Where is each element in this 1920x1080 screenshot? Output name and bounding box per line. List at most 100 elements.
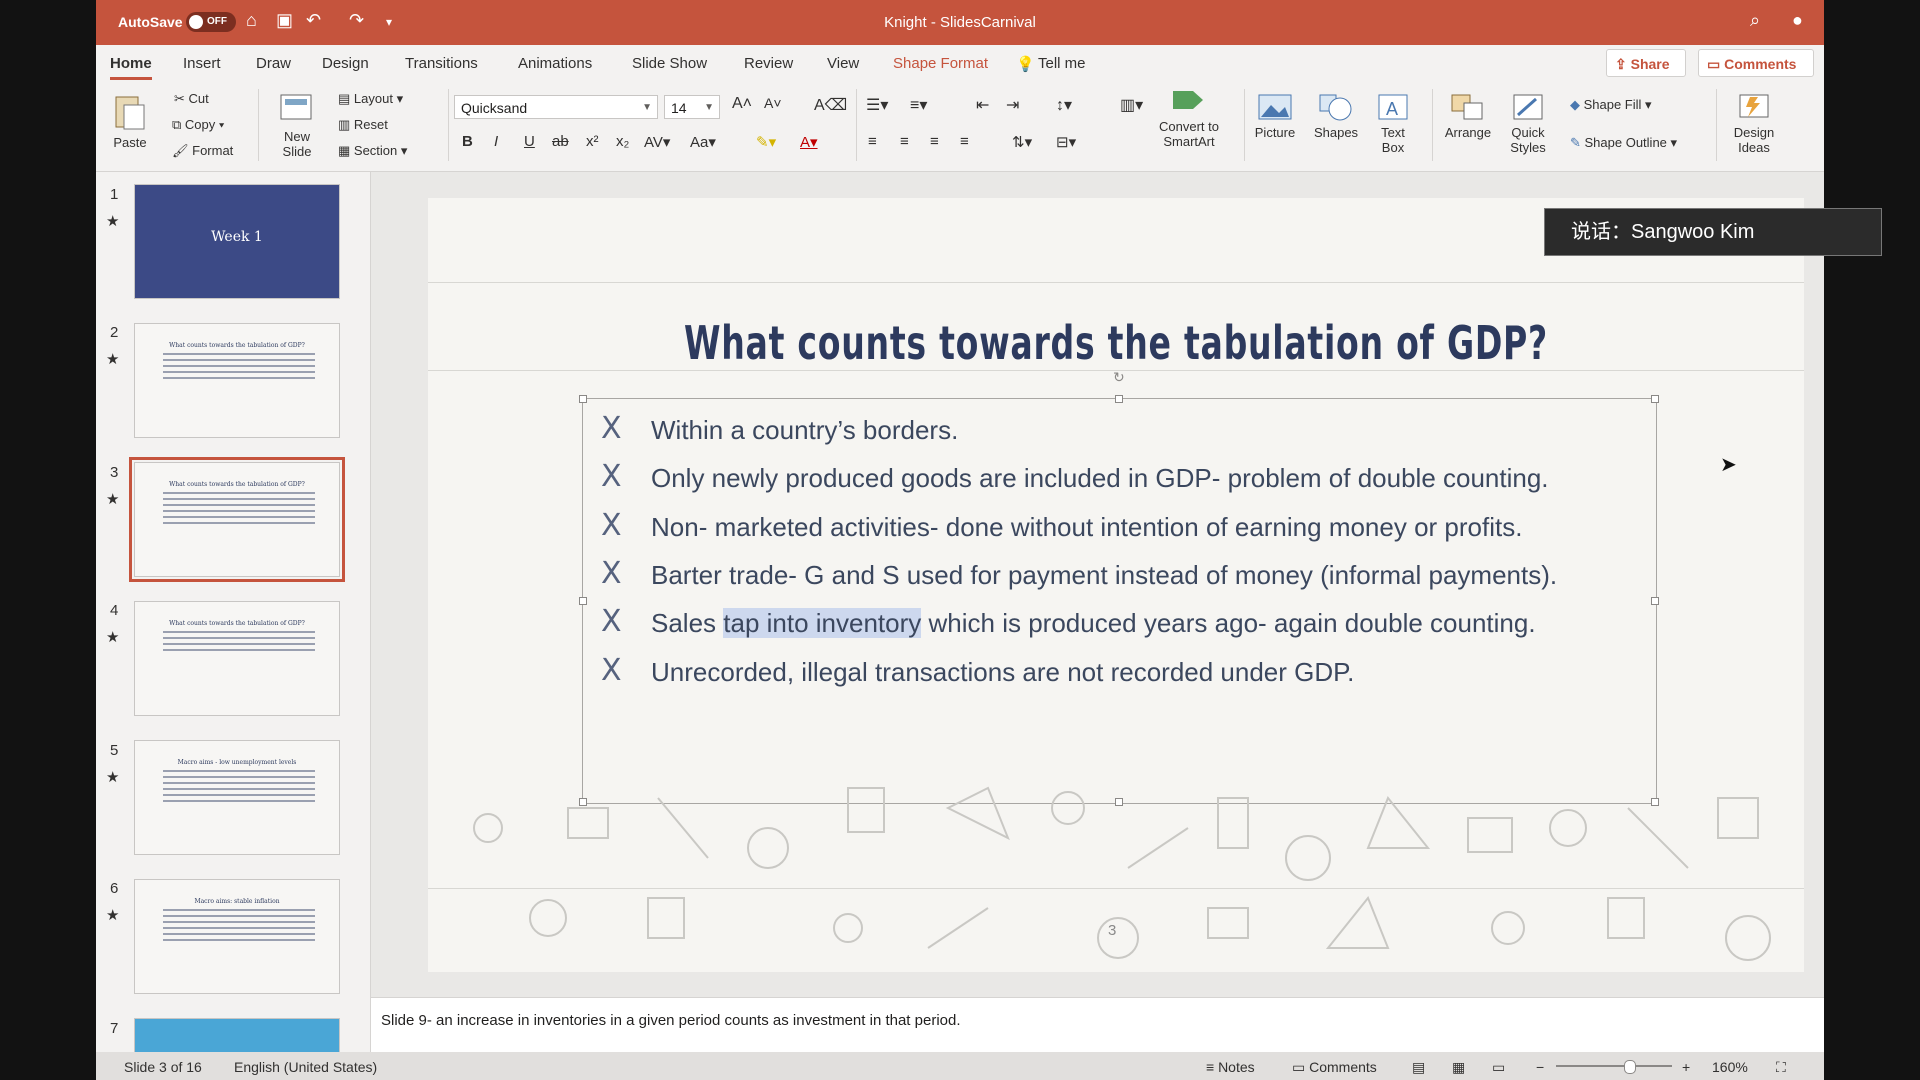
text-direction-icon[interactable]: ⇅▾ xyxy=(1012,133,1032,151)
zoom-slider-thumb[interactable] xyxy=(1624,1060,1636,1074)
tab-insert[interactable]: Insert xyxy=(183,55,221,72)
language-indicator[interactable]: English (United States) xyxy=(234,1059,377,1075)
fit-to-window-icon[interactable]: ⛶ xyxy=(1776,1059,1786,1076)
reset-button[interactable]: ▥ Reset xyxy=(338,117,388,133)
comments-toggle[interactable]: ▭ Comments xyxy=(1292,1059,1377,1076)
separator xyxy=(1716,89,1717,161)
thumbnail-number: 4 xyxy=(110,602,119,619)
convert-to-smartart-button[interactable]: Convert to SmartArt xyxy=(1150,85,1228,149)
decrease-indent-icon[interactable]: ⇤ xyxy=(976,95,989,115)
tab-design[interactable]: Design xyxy=(322,55,369,72)
thumbnail-line xyxy=(163,643,315,645)
bold-icon[interactable]: B xyxy=(462,133,473,150)
increase-indent-icon[interactable]: ⇥ xyxy=(1006,95,1019,115)
superscript-icon[interactable]: x² xyxy=(586,133,599,150)
thumbnail-number: 6 xyxy=(110,880,119,897)
bullet-text-box[interactable]: ↻ X Within a country’s borders. X Only n… xyxy=(579,369,1659,806)
cut-button[interactable]: ✂ Cut xyxy=(174,91,209,107)
search-icon[interactable]: ⌕ xyxy=(1750,10,1760,31)
tab-view[interactable]: View xyxy=(827,55,859,72)
tab-shape-format[interactable]: Shape Format xyxy=(893,55,988,72)
zoom-in-icon[interactable]: + xyxy=(1682,1059,1690,1075)
share-button[interactable]: ⇪ Share xyxy=(1606,49,1686,77)
align-right-icon[interactable]: ≡ xyxy=(930,133,939,150)
thumbnail-line xyxy=(163,365,315,367)
font-size-select[interactable]: 14 ▼ xyxy=(664,95,720,119)
reading-view-icon[interactable]: ▭ xyxy=(1492,1059,1505,1076)
align-center-icon[interactable]: ≡ xyxy=(900,133,909,150)
bullet-text: Sales tap into inventory which is produc… xyxy=(651,608,1536,639)
normal-view-icon[interactable]: ▤ xyxy=(1412,1059,1425,1076)
resize-handle[interactable] xyxy=(579,395,587,403)
decrease-font-icon[interactable]: A˅ xyxy=(764,95,782,111)
slide-thumbnail-6[interactable]: Macro aims: stable inflation xyxy=(134,879,340,994)
strikethrough-icon[interactable]: ab xyxy=(552,133,569,150)
tell-me-search[interactable]: Tell me xyxy=(1038,55,1086,72)
thumbnail-line xyxy=(163,788,315,790)
section-button[interactable]: ▦ Section ▾ xyxy=(338,143,407,159)
change-case-icon[interactable]: Aa▾ xyxy=(690,133,716,151)
shapes-icon xyxy=(1319,94,1352,121)
clear-formatting-icon[interactable]: A⌫ xyxy=(814,95,847,115)
underline-icon[interactable]: U xyxy=(524,133,535,150)
slide-sorter-icon[interactable]: ▦ xyxy=(1452,1059,1465,1076)
zoom-slider[interactable] xyxy=(1556,1065,1672,1067)
comments-button[interactable]: ▭ Comments xyxy=(1698,49,1814,77)
arrange-button[interactable]: Arrange xyxy=(1440,93,1496,140)
tab-draw[interactable]: Draw xyxy=(256,55,291,72)
speaker-notes-text[interactable]: Slide 9- an increase in inventories in a… xyxy=(381,1012,961,1029)
tab-slide-show[interactable]: Slide Show xyxy=(632,55,707,72)
shape-fill-button[interactable]: ◆ Shape Fill ▾ xyxy=(1570,97,1652,113)
separator xyxy=(448,89,449,161)
text-box-button[interactable]: A Text Box xyxy=(1372,93,1414,155)
notes-toggle[interactable]: ≡ Notes xyxy=(1206,1059,1255,1075)
subscript-icon[interactable]: x₂ xyxy=(616,133,629,150)
powerpoint-window: AutoSave OFF ⌂ ▣ ↶ ↷ ▾ Knight - SlidesCa… xyxy=(96,0,1824,1080)
account-icon[interactable]: ● xyxy=(1792,10,1803,31)
slide-thumbnail-5[interactable]: Macro aims - low unemployment levels xyxy=(134,740,340,855)
slide-thumbnail-4[interactable]: What counts towards the tabulation of GD… xyxy=(134,601,340,716)
thumbnail-line xyxy=(163,510,315,512)
picture-button[interactable]: Picture xyxy=(1250,93,1300,140)
zoom-out-icon[interactable]: − xyxy=(1536,1059,1544,1075)
scissors-icon: ✂ xyxy=(174,91,189,106)
highlight-icon[interactable]: ✎▾ xyxy=(756,133,776,151)
tab-transitions[interactable]: Transitions xyxy=(405,55,478,72)
resize-handle[interactable] xyxy=(1115,395,1123,403)
quick-styles-button[interactable]: Quick Styles xyxy=(1502,93,1554,155)
rotate-handle-icon[interactable]: ↻ xyxy=(1113,369,1125,386)
numbering-icon[interactable]: ≡▾ xyxy=(910,95,927,115)
layout-icon: ▤ xyxy=(338,91,354,106)
font-name-select[interactable]: Quicksand ▼ xyxy=(454,95,658,119)
new-slide-button[interactable]: New Slide xyxy=(272,91,322,159)
star-icon: ★ xyxy=(106,769,120,786)
slide-thumbnail-1[interactable]: Week 1 xyxy=(134,184,340,299)
slide-title[interactable]: What counts towards the tabulation of GD… xyxy=(621,316,1612,370)
shapes-button[interactable]: Shapes xyxy=(1308,93,1364,140)
tab-home[interactable]: Home xyxy=(110,55,152,80)
align-left-icon[interactable]: ≡ xyxy=(868,133,877,150)
italic-icon[interactable]: I xyxy=(494,133,498,150)
font-color-icon[interactable]: A▾ xyxy=(800,133,818,151)
columns-icon[interactable]: ▥▾ xyxy=(1120,95,1143,115)
increase-font-icon[interactable]: A˄ xyxy=(732,95,752,113)
align-text-icon[interactable]: ⊟▾ xyxy=(1056,133,1076,151)
tab-review[interactable]: Review xyxy=(744,55,793,72)
character-spacing-icon[interactable]: AV▾ xyxy=(644,133,670,151)
resize-handle[interactable] xyxy=(1651,395,1659,403)
zoom-level[interactable]: 160% xyxy=(1712,1059,1748,1075)
tab-animations[interactable]: Animations xyxy=(518,55,592,72)
format-painter-button[interactable]: 🖌 Format xyxy=(172,143,233,159)
justify-icon[interactable]: ≡ xyxy=(960,133,969,150)
layout-button[interactable]: ▤ Layout ▾ xyxy=(338,91,403,107)
slide-thumbnail-3[interactable]: What counts towards the tabulation of GD… xyxy=(129,457,345,582)
comment-icon: ▭ xyxy=(1292,1059,1310,1075)
speaker-notes-pane[interactable]: Slide 9- an increase in inventories in a… xyxy=(371,997,1824,1053)
line-spacing-icon[interactable]: ↕▾ xyxy=(1056,95,1072,115)
bullets-icon[interactable]: ☰▾ xyxy=(866,95,888,115)
shape-outline-button[interactable]: ✎ Shape Outline ▾ xyxy=(1570,135,1677,151)
design-ideas-button[interactable]: Design Ideas xyxy=(1724,91,1784,155)
copy-button[interactable]: ⧉ Copy ▾ xyxy=(172,117,224,133)
paste-button[interactable]: Paste xyxy=(106,91,154,150)
slide-thumbnail-2[interactable]: What counts towards the tabulation of GD… xyxy=(134,323,340,438)
